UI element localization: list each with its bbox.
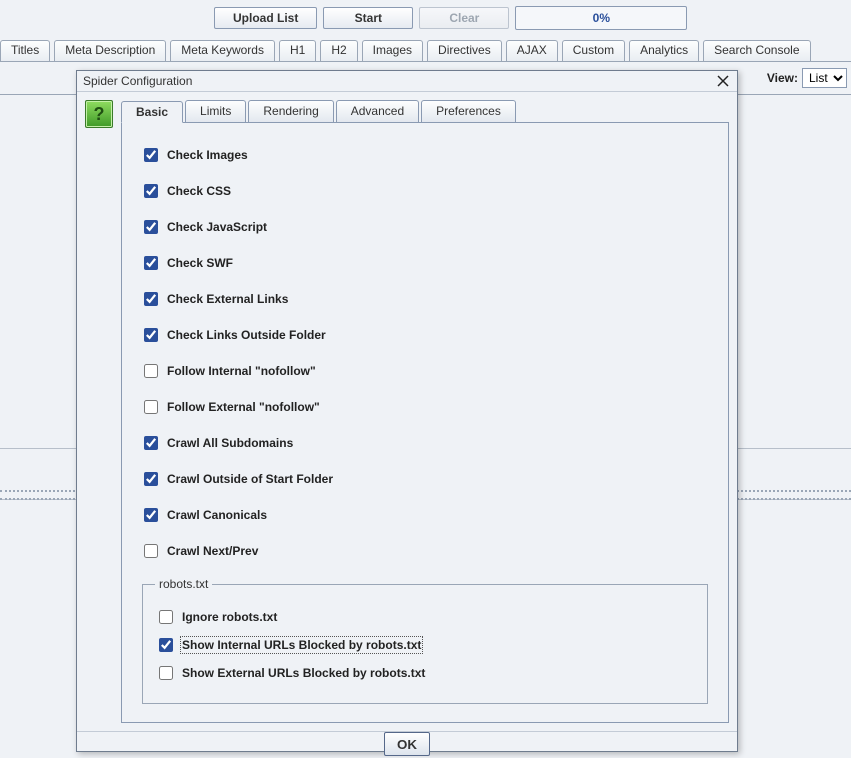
checkbox-check-ext-links[interactable] <box>144 292 158 306</box>
filter-tab-meta-keywords[interactable]: Meta Keywords <box>170 40 275 61</box>
option-check-links-outside: Check Links Outside Folder <box>140 325 710 345</box>
filter-tab-analytics[interactable]: Analytics <box>629 40 699 61</box>
option-follow-ext-nofollow: Follow External "nofollow" <box>140 397 710 417</box>
checkbox-crawl-canonicals[interactable] <box>144 508 158 522</box>
dialog-footer: OK <box>77 731 737 756</box>
checkbox-check-images[interactable] <box>144 148 158 162</box>
filter-tab-h2[interactable]: H2 <box>320 40 357 61</box>
label-check-links-outside: Check Links Outside Folder <box>167 328 326 342</box>
option-check-ext-links: Check External Links <box>140 289 710 309</box>
option-crawl-outside-start: Crawl Outside of Start Folder <box>140 469 710 489</box>
spider-configuration-dialog: Spider Configuration ? BasicLimitsRender… <box>76 70 738 752</box>
filter-tab-directives[interactable]: Directives <box>427 40 502 61</box>
checkbox-check-css[interactable] <box>144 184 158 198</box>
option-crawl-next-prev: Crawl Next/Prev <box>140 541 710 561</box>
label-ignore-robots: Ignore robots.txt <box>182 610 277 624</box>
dialog-tabs: BasicLimitsRenderingAdvancedPreferences <box>121 100 729 123</box>
option-show-int-blocked: Show Internal URLs Blocked by robots.txt <box>155 635 695 655</box>
checkbox-show-int-blocked[interactable] <box>159 638 173 652</box>
filter-tab-h1[interactable]: H1 <box>279 40 316 61</box>
checkbox-crawl-subdomains[interactable] <box>144 436 158 450</box>
filter-tab-custom[interactable]: Custom <box>562 40 625 61</box>
filter-tab-ajax[interactable]: AJAX <box>506 40 558 61</box>
label-show-ext-blocked: Show External URLs Blocked by robots.txt <box>182 666 425 680</box>
option-check-css: Check CSS <box>140 181 710 201</box>
checkbox-show-ext-blocked[interactable] <box>159 666 173 680</box>
tab-pane-basic: Check Images Check CSS Check JavaScript Che… <box>121 123 729 723</box>
robots-fieldset: robots.txt Ignore robots.txt Show Interna… <box>142 577 708 704</box>
label-check-css: Check CSS <box>167 184 231 198</box>
label-crawl-subdomains: Crawl All Subdomains <box>167 436 293 450</box>
option-follow-int-nofollow: Follow Internal "nofollow" <box>140 361 710 381</box>
view-select[interactable]: List <box>802 68 847 88</box>
checkbox-check-swf[interactable] <box>144 256 158 270</box>
label-check-swf: Check SWF <box>167 256 233 270</box>
label-crawl-canonicals: Crawl Canonicals <box>167 508 267 522</box>
checkbox-ignore-robots[interactable] <box>159 610 173 624</box>
label-crawl-outside-start: Crawl Outside of Start Folder <box>167 472 333 486</box>
help-icon: ? <box>94 104 105 125</box>
label-check-images: Check Images <box>167 148 248 162</box>
dialog-title-text: Spider Configuration <box>83 74 192 88</box>
label-show-int-blocked: Show Internal URLs Blocked by robots.txt <box>182 638 421 652</box>
dialog-titlebar: Spider Configuration <box>77 71 737 92</box>
label-follow-int-nofollow: Follow Internal "nofollow" <box>167 364 316 378</box>
progress-bar: 0% <box>515 6 687 30</box>
checkbox-follow-int-nofollow[interactable] <box>144 364 158 378</box>
filter-tabs: TitlesMeta DescriptionMeta KeywordsH1H2I… <box>0 40 851 62</box>
option-check-images: Check Images <box>140 145 710 165</box>
ok-button[interactable]: OK <box>384 732 430 756</box>
dialog-tab-advanced[interactable]: Advanced <box>336 100 419 122</box>
upload-list-button[interactable]: Upload List <box>214 7 317 29</box>
option-show-ext-blocked: Show External URLs Blocked by robots.txt <box>155 663 695 683</box>
close-icon <box>717 75 729 87</box>
start-button[interactable]: Start <box>323 7 413 29</box>
checkbox-crawl-next-prev[interactable] <box>144 544 158 558</box>
label-crawl-next-prev: Crawl Next/Prev <box>167 544 258 558</box>
option-check-js: Check JavaScript <box>140 217 710 237</box>
option-ignore-robots: Ignore robots.txt <box>155 607 695 627</box>
filter-tab-images[interactable]: Images <box>362 40 423 61</box>
option-check-swf: Check SWF <box>140 253 710 273</box>
label-check-js: Check JavaScript <box>167 220 267 234</box>
checkbox-check-links-outside[interactable] <box>144 328 158 342</box>
filter-tab-meta-description[interactable]: Meta Description <box>54 40 166 61</box>
main-toolbar: Upload List Start Clear 0% <box>0 0 851 36</box>
option-crawl-subdomains: Crawl All Subdomains <box>140 433 710 453</box>
dialog-close-button[interactable] <box>715 73 731 89</box>
label-check-ext-links: Check External Links <box>167 292 288 306</box>
checkbox-crawl-outside-start[interactable] <box>144 472 158 486</box>
view-label: View: <box>767 71 798 85</box>
dialog-tab-limits[interactable]: Limits <box>185 100 246 122</box>
filter-tab-search-console[interactable]: Search Console <box>703 40 810 61</box>
dialog-tab-preferences[interactable]: Preferences <box>421 100 516 122</box>
help-button[interactable]: ? <box>85 100 113 128</box>
checkbox-follow-ext-nofollow[interactable] <box>144 400 158 414</box>
clear-button: Clear <box>419 7 509 29</box>
checkbox-check-js[interactable] <box>144 220 158 234</box>
dialog-body: ? BasicLimitsRenderingAdvancedPreference… <box>77 92 737 731</box>
dialog-tab-rendering[interactable]: Rendering <box>248 100 333 122</box>
dialog-tab-basic[interactable]: Basic <box>121 101 183 123</box>
robots-legend: robots.txt <box>155 577 212 591</box>
filter-tab-titles[interactable]: Titles <box>0 40 50 61</box>
option-crawl-canonicals: Crawl Canonicals <box>140 505 710 525</box>
label-follow-ext-nofollow: Follow External "nofollow" <box>167 400 320 414</box>
dialog-tabs-column: BasicLimitsRenderingAdvancedPreferences … <box>121 100 729 723</box>
